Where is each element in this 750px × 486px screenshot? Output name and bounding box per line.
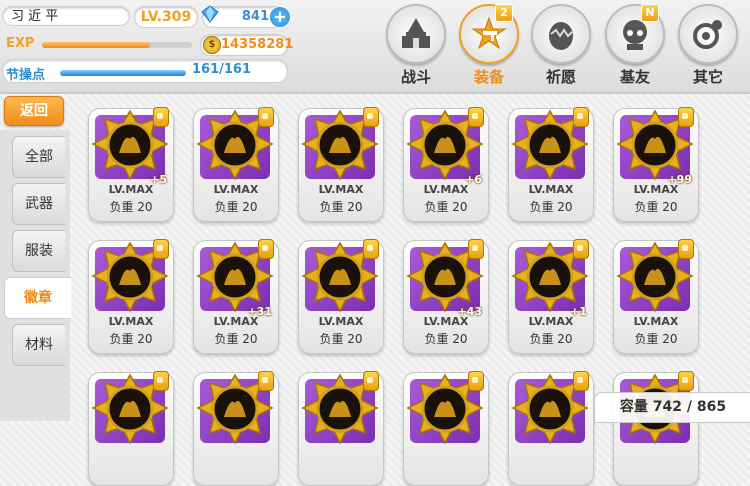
lock-icon[interactable] [468, 107, 484, 127]
badge-weight: 负重 20 [109, 200, 153, 214]
badge-weight: 负重 20 [319, 332, 363, 346]
gold-value: 14358281 [221, 37, 294, 52]
badge-level: LV.MAX [633, 315, 679, 328]
nav-label: 祈愿 [545, 68, 576, 86]
exp-bar [42, 42, 192, 48]
capacity-label: 容量 742 / 865 [594, 392, 750, 423]
back-button[interactable]: 返回 [4, 96, 64, 126]
badge-card[interactable]: +31 LV.MAX 负重 20 [193, 239, 279, 354]
lock-icon[interactable] [573, 371, 589, 391]
badge-card[interactable]: LV.MAX 负重 20 [613, 239, 699, 354]
badge-card[interactable]: LV.MAX 负重 20 [508, 107, 594, 222]
badge-level: LV.MAX [213, 315, 259, 328]
nav-label: 基友 [619, 68, 650, 86]
gem-counter: 841 + [201, 5, 291, 28]
badge-card[interactable]: LV.MAX 负重 20 [88, 239, 174, 354]
lock-icon[interactable] [678, 371, 694, 391]
badge-card[interactable]: +5 LV.MAX 负重 20 [88, 107, 174, 222]
badge-level: LV.MAX [528, 183, 574, 196]
badge-level: LV.MAX [318, 315, 364, 328]
lock-icon[interactable] [468, 371, 484, 391]
gem-value: 841 [241, 9, 269, 24]
badge-weight: 负重 20 [424, 332, 468, 346]
stamina-label: 节操点 [6, 68, 46, 83]
badge-card[interactable]: +99 LV.MAX 负重 20 [613, 107, 699, 222]
badge-card[interactable] [298, 371, 384, 486]
egg-icon [549, 22, 573, 50]
lock-icon[interactable] [678, 239, 694, 259]
tab-weapons[interactable]: 武器 [12, 183, 65, 225]
badge-card[interactable]: LV.MAX 负重 20 [298, 239, 384, 354]
lock-icon[interactable] [678, 107, 694, 127]
badge-level: LV.MAX [213, 183, 259, 196]
lock-icon[interactable] [153, 107, 169, 127]
badge-level: LV.MAX [633, 183, 679, 196]
badge-weight: 负重 20 [319, 200, 363, 214]
lock-icon[interactable] [258, 239, 274, 259]
tab-costume[interactable]: 服装 [12, 230, 65, 272]
badge-card[interactable]: LV.MAX 负重 20 [298, 107, 384, 222]
nav-battle[interactable]: 战斗 [383, 4, 449, 87]
badge-level: LV.MAX [318, 183, 364, 196]
gold-counter: $ 14358281 [200, 34, 293, 56]
badge-weight: 负重 20 [634, 332, 678, 346]
notification-badge: N [641, 4, 659, 22]
lock-icon[interactable] [573, 239, 589, 259]
player-name: 习 近 平 [2, 6, 130, 26]
nav-label: 装备 [473, 68, 504, 86]
tab-all[interactable]: 全部 [12, 136, 65, 178]
diamond-icon [201, 5, 219, 23]
badge-card[interactable]: +43 LV.MAX 负重 20 [403, 239, 489, 354]
nav-friends[interactable]: N 基友 [602, 4, 668, 87]
lock-icon[interactable] [363, 371, 379, 391]
camera-gear-icon [693, 20, 722, 49]
badge-card[interactable] [88, 371, 174, 486]
nav-equipment[interactable]: 2 装备 [456, 4, 522, 87]
lock-icon[interactable] [363, 239, 379, 259]
player-level: LV.309 [134, 6, 198, 28]
lock-icon[interactable] [153, 239, 169, 259]
castle-icon [402, 18, 430, 48]
badge-card[interactable]: LV.MAX 负重 20 [193, 107, 279, 222]
badge-card[interactable] [508, 371, 594, 486]
lock-icon[interactable] [468, 239, 484, 259]
notification-badge: 2 [495, 4, 513, 22]
lock-icon[interactable] [363, 107, 379, 127]
badge-level: LV.MAX [108, 183, 154, 196]
nav-label: 战斗 [400, 68, 431, 86]
badge-level: LV.MAX [528, 315, 574, 328]
badge-level: LV.MAX [108, 315, 154, 328]
badge-weight: 负重 20 [214, 200, 258, 214]
badge-weight: 负重 20 [424, 200, 468, 214]
badge-weight: 负重 20 [634, 200, 678, 214]
lock-icon[interactable] [573, 107, 589, 127]
badge-card[interactable] [613, 371, 699, 486]
badge-level: LV.MAX [423, 315, 469, 328]
stamina-bar [60, 70, 186, 76]
badge-card[interactable] [193, 371, 279, 486]
lock-icon[interactable] [153, 371, 169, 391]
badge-weight: 负重 20 [529, 200, 573, 214]
lock-icon[interactable] [258, 107, 274, 127]
nav-wish[interactable]: 祈愿 [528, 4, 594, 87]
lock-icon[interactable] [258, 371, 274, 391]
badge-level: LV.MAX [423, 183, 469, 196]
nav-other[interactable]: 其它 [675, 4, 741, 87]
stamina-value: 161/161 [192, 62, 252, 77]
badge-card[interactable] [403, 371, 489, 486]
tab-badges[interactable]: 徽章 [4, 277, 71, 319]
badge-weight: 负重 20 [214, 332, 258, 346]
top-bar: 习 近 平 LV.309 841 + EXP $ 14358281 节操点 16… [0, 0, 750, 94]
badge-weight: 负重 20 [529, 332, 573, 346]
add-gems-button[interactable]: + [269, 6, 291, 28]
tab-materials[interactable]: 材料 [12, 324, 65, 366]
badge-card[interactable]: +6 LV.MAX 负重 20 [403, 107, 489, 222]
coin-icon: $ [203, 36, 221, 54]
badge-weight: 负重 20 [109, 332, 153, 346]
exp-label: EXP [6, 36, 35, 51]
nav-label: 其它 [692, 68, 723, 86]
badge-card[interactable]: +1 LV.MAX 负重 20 [508, 239, 594, 354]
